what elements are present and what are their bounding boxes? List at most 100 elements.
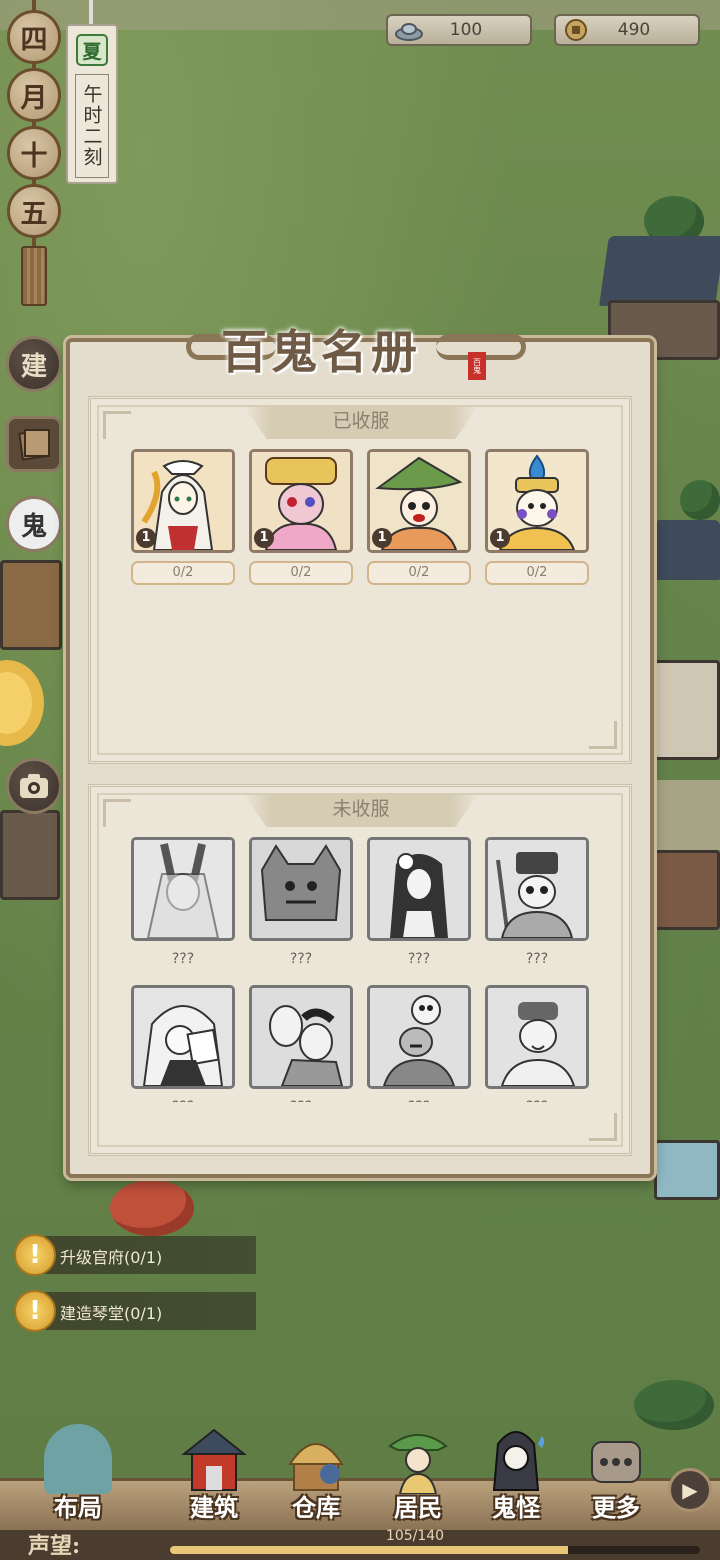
locked-ghost-card[interactable] bbox=[485, 985, 589, 1089]
camera-button[interactable] bbox=[6, 758, 62, 814]
nav-buildings-label: 建筑 bbox=[190, 1493, 238, 1522]
locked-ghost-name: ??? bbox=[289, 951, 313, 967]
calendar-month-char-2: 月 bbox=[7, 68, 61, 122]
nav-ghosts-label: 鬼怪 bbox=[492, 1493, 540, 1522]
nav-buildings[interactable]: 建筑 bbox=[166, 1424, 262, 1528]
silver-counter[interactable]: 100 bbox=[386, 14, 532, 46]
locked-ghost-name: ??? bbox=[407, 951, 431, 967]
map-building bbox=[0, 810, 60, 900]
corner-ornament bbox=[103, 799, 131, 827]
reputation-value: 105/140 bbox=[385, 1528, 445, 1544]
locked-ghost-card[interactable] bbox=[367, 985, 471, 1089]
locked-ghost-portrait bbox=[252, 840, 350, 938]
corner-ornament bbox=[589, 721, 617, 749]
locked-ghost-card[interactable] bbox=[249, 837, 353, 941]
play-arrow-icon[interactable]: ▶ bbox=[668, 1468, 712, 1512]
quest-text: 建造琴堂(0/1) bbox=[60, 1304, 163, 1323]
calendar-day-char-2: 五 bbox=[7, 184, 61, 238]
corner-ornament bbox=[589, 1113, 617, 1141]
nav-residents[interactable]: 居民 bbox=[370, 1424, 466, 1528]
map-road bbox=[654, 780, 720, 850]
map-tree bbox=[634, 1380, 714, 1430]
book-icon[interactable] bbox=[6, 416, 62, 472]
map-building bbox=[0, 560, 62, 650]
ghost-book-label: 鬼 bbox=[20, 511, 47, 542]
nav-more-label: 更多 bbox=[592, 1493, 640, 1522]
ghost-progress: 0/2 bbox=[485, 561, 589, 585]
resident-icon bbox=[388, 1434, 448, 1494]
map-maple-tree bbox=[110, 1180, 194, 1236]
locked-ghost-card[interactable] bbox=[131, 985, 235, 1089]
locked-ghost-portrait bbox=[488, 988, 586, 1086]
nav-ghosts[interactable]: 鬼怪 bbox=[468, 1424, 564, 1528]
locked-ghost-card[interactable] bbox=[131, 837, 235, 941]
locked-ghost-portrait bbox=[370, 988, 468, 1086]
quest-text: 升级官府(0/1) bbox=[60, 1248, 163, 1267]
locked-ghost-portrait bbox=[370, 840, 468, 938]
ghost-level-badge: 1 bbox=[136, 528, 156, 548]
locked-ghost-name: ??? bbox=[525, 951, 549, 967]
caught-header: 已收服 bbox=[243, 405, 479, 439]
map-building-roof bbox=[654, 520, 720, 580]
ghost-level-badge: 1 bbox=[490, 528, 510, 548]
season-badge: 夏 bbox=[76, 34, 108, 66]
reputation-label: 声望: bbox=[28, 1533, 81, 1559]
ghost-card-blue-flame-child[interactable]: 1 bbox=[485, 449, 589, 553]
reputation-progress-fill bbox=[170, 1546, 568, 1554]
ghost-level-badge: 1 bbox=[372, 528, 392, 548]
quest-build-music-hall[interactable]: ! 建造琴堂(0/1) bbox=[14, 1290, 256, 1332]
map-building bbox=[654, 660, 720, 760]
map-building bbox=[650, 850, 720, 930]
ghost-book-button[interactable]: 鬼 bbox=[6, 496, 62, 552]
ghost-progress: 0/2 bbox=[367, 561, 471, 585]
nav-more[interactable]: 更多 bbox=[568, 1424, 664, 1528]
calendar-tassel bbox=[21, 246, 47, 306]
season-time-tag[interactable]: 夏 午时二刻 bbox=[66, 24, 118, 184]
build-mode-button[interactable]: 建 bbox=[6, 336, 62, 392]
locked-ghost-portrait bbox=[488, 840, 586, 938]
season-tag-string bbox=[89, 0, 93, 26]
nav-warehouse[interactable]: 仓库 bbox=[268, 1424, 364, 1528]
camera-icon bbox=[20, 774, 48, 798]
ghost-card-white-haired-girl[interactable]: 1 bbox=[131, 449, 235, 553]
ghost-progress: 0/2 bbox=[249, 561, 353, 585]
corner-ornament bbox=[103, 411, 131, 439]
map-tree bbox=[680, 480, 720, 520]
warehouse-icon bbox=[288, 1443, 344, 1491]
locked-ghost-portrait bbox=[252, 988, 350, 1086]
quest-upgrade-government[interactable]: ! 升级官府(0/1) bbox=[14, 1234, 256, 1276]
silver-value: 100 bbox=[449, 20, 483, 40]
book-glyph bbox=[18, 429, 50, 461]
silver-ingot-icon bbox=[395, 23, 423, 41]
locked-ghost-card[interactable] bbox=[249, 985, 353, 1089]
scroll-clip-mask bbox=[100, 1102, 620, 1112]
building-icon bbox=[181, 1428, 247, 1491]
coin-counter[interactable]: 490 bbox=[554, 14, 700, 46]
nav-residents-label: 居民 bbox=[394, 1493, 442, 1522]
nav-layout-label: 布局 bbox=[54, 1493, 102, 1522]
map-building-roof bbox=[599, 236, 720, 306]
nav-warehouse-label: 仓库 bbox=[292, 1493, 340, 1522]
exclamation-icon: ! bbox=[14, 1234, 56, 1276]
locked-ghost-portrait bbox=[134, 840, 232, 938]
ghost-icon bbox=[492, 1426, 545, 1491]
ghost-card-umbrella-ghost[interactable]: 1 bbox=[367, 449, 471, 553]
more-icon bbox=[591, 1441, 641, 1483]
map-stall bbox=[654, 1140, 720, 1200]
locked-ghost-card[interactable] bbox=[485, 837, 589, 941]
nav-layout[interactable]: 布局 bbox=[30, 1424, 126, 1528]
build-mode-label: 建 bbox=[20, 351, 47, 382]
ghost-progress: 0/2 bbox=[131, 561, 235, 585]
reputation-progress-track bbox=[170, 1546, 700, 1554]
time-of-day: 午时二刻 bbox=[75, 74, 109, 178]
locked-ghost-card[interactable] bbox=[367, 837, 471, 941]
locked-ghost-portrait bbox=[134, 988, 232, 1086]
ghost-card-masked-lady[interactable]: 1 bbox=[249, 449, 353, 553]
coin-value: 490 bbox=[617, 20, 651, 40]
layout-art-icon bbox=[44, 1424, 112, 1494]
panel-title: 百鬼名册 bbox=[221, 325, 421, 379]
locked-ghost-name: ??? bbox=[171, 951, 195, 967]
copper-coin-icon bbox=[565, 19, 587, 41]
red-seal-stamp: 百鬼 bbox=[468, 352, 486, 380]
calendar-day-char-1: 十 bbox=[7, 126, 61, 180]
